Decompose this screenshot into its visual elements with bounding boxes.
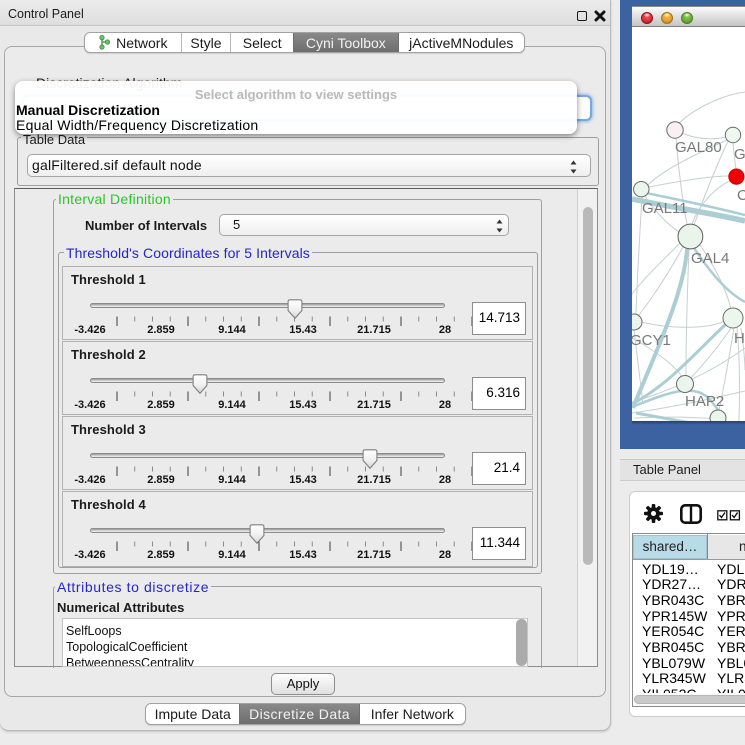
svg-text:GCY1: GCY1 — [632, 332, 671, 349]
svg-text:GAL11: GAL11 — [642, 200, 688, 217]
svg-text:CD: CD — [737, 187, 745, 204]
svg-text:HI: HI — [734, 330, 745, 347]
svg-text:HAP2: HAP2 — [685, 393, 724, 410]
svg-text:GAL80: GAL80 — [675, 139, 722, 156]
svg-text:GAL4: GAL4 — [691, 250, 729, 267]
svg-text:GA: GA — [734, 146, 745, 163]
